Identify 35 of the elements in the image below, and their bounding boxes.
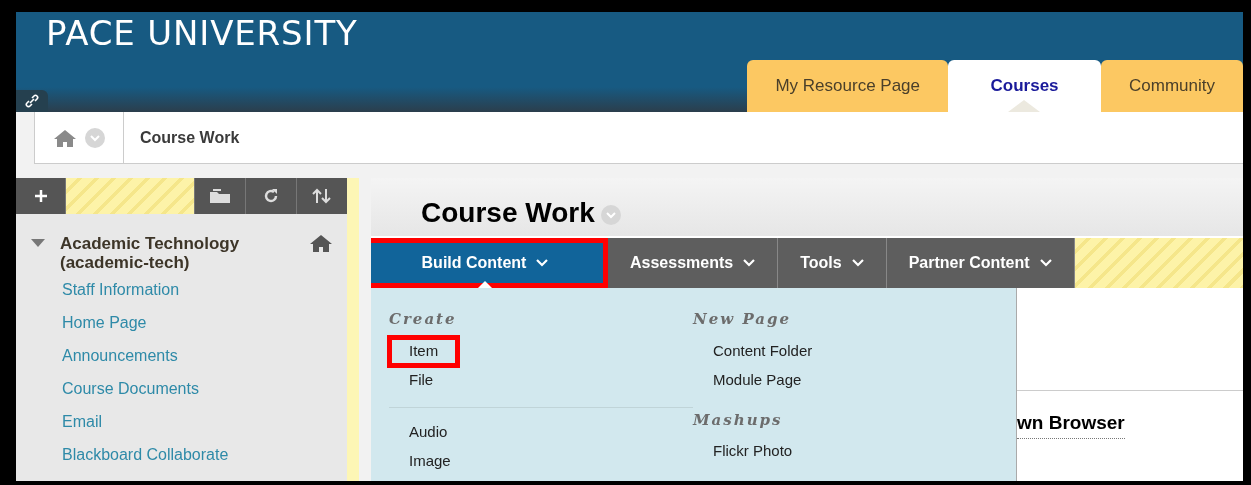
- dropdown-item[interactable]: Content Folder: [693, 336, 833, 366]
- dropdown-item[interactable]: Module Page: [693, 365, 822, 395]
- folder-icon[interactable]: [194, 178, 245, 214]
- nav-tab[interactable]: Community: [1101, 60, 1243, 112]
- nav-tab[interactable]: My Resource Page: [747, 60, 949, 112]
- menu-button[interactable]: Assessments: [608, 238, 779, 288]
- course-title[interactable]: Academic Technology (academic-tech): [60, 234, 309, 272]
- add-button[interactable]: [16, 178, 66, 214]
- menu-group-heading: Mashups: [693, 409, 784, 431]
- university-logo[interactable]: PACE UNIVERSITY: [16, 12, 1243, 50]
- menu-button[interactable]: Tools: [778, 238, 887, 288]
- home-icon[interactable]: [309, 234, 333, 252]
- page-title: Course Work: [421, 196, 595, 230]
- nav-tab[interactable]: Courses: [948, 60, 1102, 112]
- dropdown-item[interactable]: File: [389, 365, 454, 395]
- dropdown-item[interactable]: Audio: [389, 417, 468, 447]
- menu-group-heading: Create: [389, 309, 458, 330]
- chevron-down-icon: [743, 259, 756, 267]
- sort-icon[interactable]: [296, 178, 347, 214]
- plus-icon: [33, 189, 48, 203]
- menu-button[interactable]: Partner Content: [886, 238, 1075, 288]
- home-icon[interactable]: [53, 128, 77, 147]
- chevron-down-icon: [1039, 259, 1052, 267]
- chevron-down-icon: [851, 259, 864, 267]
- refresh-icon[interactable]: [245, 178, 296, 214]
- link-icon[interactable]: [16, 90, 48, 112]
- menu-button[interactable]: Build Content: [371, 238, 608, 288]
- dropdown-item[interactable]: Image: [389, 446, 471, 476]
- chevron-down-icon: [536, 259, 549, 267]
- content-link[interactable]: wn Browser: [1017, 391, 1125, 439]
- dropdown-item[interactable]: Flickr Photo: [693, 437, 813, 466]
- expand-triangle-icon[interactable]: [30, 238, 46, 248]
- dropdown-item[interactable]: Item: [389, 336, 459, 366]
- menu-group-heading: New Page: [693, 309, 793, 330]
- breadcrumb-current: Course Work: [139, 127, 240, 148]
